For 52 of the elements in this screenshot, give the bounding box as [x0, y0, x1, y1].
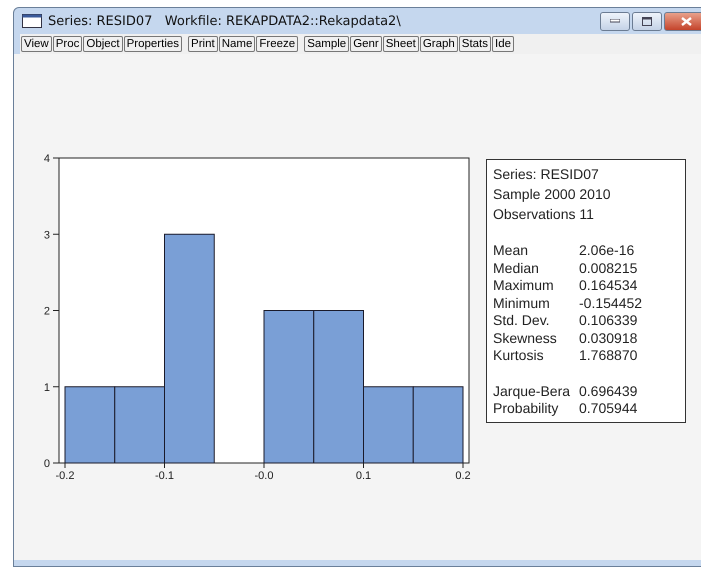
- stat-value: 0.030918: [579, 330, 638, 347]
- maximize-button[interactable]: [632, 12, 662, 30]
- window-title: Series: RESID07 Workfile: REKAPDATA2::Rekapdata2\: [48, 14, 402, 28]
- stat-label: Kurtosis: [493, 347, 545, 364]
- stat-value: 0.008215: [579, 260, 638, 277]
- toolbar-button[interactable]: Sheet: [382, 36, 419, 52]
- x-tick-label: 0.1: [356, 470, 372, 482]
- x-tick-label: -0.0: [254, 470, 274, 482]
- toolbar-button[interactable]: Print: [188, 36, 218, 52]
- stat-label: Maximum: [493, 277, 555, 294]
- toolbar-button[interactable]: Object: [83, 36, 123, 52]
- close-icon: [680, 16, 692, 26]
- minimize-button[interactable]: [600, 12, 630, 30]
- stats-header: Observations 11: [493, 205, 595, 224]
- toolbar-button[interactable]: Genr: [350, 36, 382, 52]
- stat-label: Std. Dev.: [493, 312, 551, 330]
- stats-header: Series: RESID07: [493, 165, 600, 184]
- stat-value: -0.154452: [579, 294, 642, 312]
- toolbar-button[interactable]: Sample: [304, 36, 350, 52]
- y-tick-label: 4: [44, 153, 50, 165]
- stat-label: Median: [493, 260, 540, 277]
- stat-label: Mean: [493, 242, 530, 260]
- toolbar-button[interactable]: Ide: [492, 36, 514, 52]
- x-tick-label: -0.1: [155, 470, 174, 482]
- y-tick-label: 2: [44, 306, 50, 318]
- stat-value: 0.106339: [579, 312, 638, 330]
- toolbar-button[interactable]: View: [21, 36, 52, 52]
- y-tick-label: 3: [44, 229, 50, 242]
- stat-value: 2.06e-16: [579, 242, 634, 260]
- window-icon: [22, 14, 42, 28]
- stat-value: 0.705944: [579, 400, 638, 418]
- stat-label: Jarque-Bera: [493, 382, 572, 400]
- x-tick-label: -0.2: [56, 470, 74, 482]
- toolbar-button[interactable]: Name: [218, 36, 256, 52]
- stats-header: Sample 2000 2010: [493, 185, 612, 204]
- stat-label: Probability: [493, 400, 560, 418]
- toolbar-button[interactable]: Proc: [52, 36, 82, 52]
- toolbar-button[interactable]: Stats: [458, 36, 492, 52]
- stat-label: Minimum: [493, 294, 551, 312]
- toolbar-button[interactable]: Properties: [124, 36, 182, 52]
- stat-value: 1.768870: [579, 347, 638, 364]
- close-button[interactable]: [664, 12, 701, 30]
- toolbar-button[interactable]: Graph: [420, 36, 458, 52]
- y-tick-label: 0: [44, 458, 50, 470]
- stat-label: Skewness: [493, 330, 558, 347]
- stat-value: 0.164534: [579, 277, 638, 294]
- stat-value: 0.696439: [579, 382, 638, 400]
- x-tick-label: 0.2: [455, 470, 471, 482]
- minimize-icon: [610, 19, 620, 23]
- y-tick-label: 1: [44, 382, 50, 394]
- toolbar-button[interactable]: Freeze: [256, 36, 298, 52]
- maximize-icon: [642, 16, 652, 26]
